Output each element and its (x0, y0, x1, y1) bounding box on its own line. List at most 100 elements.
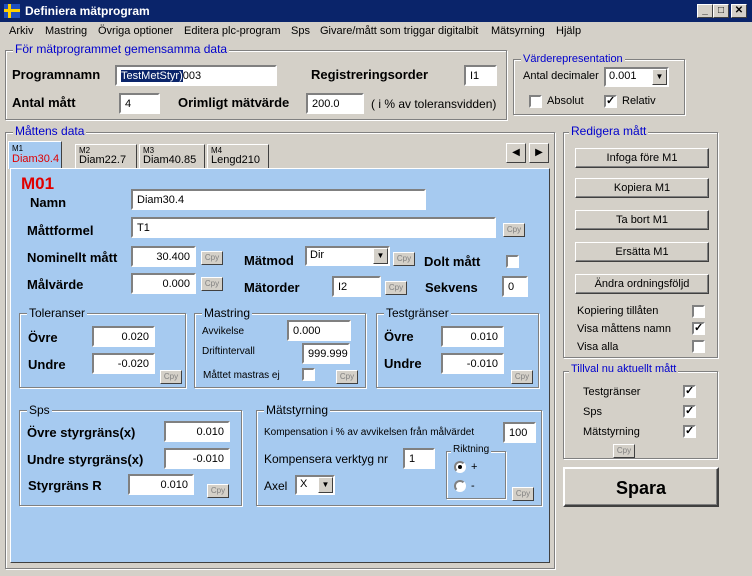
tab-name: Diam40.85 (143, 154, 197, 166)
riktning-plus-radio[interactable] (454, 461, 466, 473)
matmod-select[interactable]: Dir ▼ (305, 246, 390, 266)
drift-label: Driftintervall (202, 346, 255, 357)
menu-hjalp[interactable]: Hjälp (556, 25, 581, 37)
drift-input[interactable]: 999.999 (302, 343, 350, 364)
axel-value: X (300, 478, 308, 490)
chevron-down-icon[interactable]: ▼ (652, 69, 667, 85)
verktyg-label: Kompensera verktyg nr (264, 452, 389, 466)
tillval-sps-checkbox[interactable]: ✓ (683, 405, 696, 418)
chevron-down-icon[interactable]: ▼ (318, 477, 333, 493)
tab-prev-button[interactable]: ◀ (506, 143, 526, 163)
tol-ovre-input[interactable]: 0.020 (92, 326, 155, 347)
menu-mastring[interactable]: Mastring (45, 25, 87, 37)
tol-undre-input[interactable]: -0.020 (92, 353, 155, 374)
sps-r-label: Styrgräns R (28, 478, 102, 493)
komp-input[interactable]: 100 (503, 422, 536, 443)
menu-sps[interactable]: Sps (291, 25, 310, 37)
kopiering-label: Kopiering tillåten (577, 305, 659, 317)
mastras-label: Måttet mastras ej (203, 370, 280, 381)
close-button[interactable]: ✕ (731, 4, 747, 18)
relativ-checkbox[interactable]: ✓ (604, 95, 617, 108)
menu-matstyrning[interactable]: Mätsyrning (491, 25, 545, 37)
andra-ordning-button[interactable]: Ändra ordningsföljd (575, 274, 709, 294)
decimaler-select[interactable]: 0.001 ▼ (604, 67, 669, 87)
tillval-matstyrning-checkbox[interactable]: ✓ (683, 425, 696, 438)
mattformel-input[interactable]: T1 (131, 217, 496, 238)
menu-editera-plc[interactable]: Editera plc-program (184, 25, 281, 37)
tol-ovre-label: Övre (28, 330, 58, 345)
riktning-minus-radio[interactable] (454, 480, 466, 492)
malvarde-label: Målvärde (27, 277, 84, 292)
tab-m2[interactable]: M2 Diam22.7 (75, 144, 137, 168)
malvarde-input[interactable]: 0.000 (131, 273, 196, 294)
decimaler-label: Antal decimaler (523, 70, 599, 82)
nominellt-label: Nominellt mått (27, 250, 118, 265)
matorder-cpy-button[interactable]: Cpy (385, 281, 407, 295)
absolut-checkbox[interactable] (529, 95, 542, 108)
orimligt-suffix: ( i % av toleransvidden) (371, 97, 497, 111)
programnamn-selected: TestMetStyr) (121, 70, 183, 82)
nominellt-input[interactable]: 30.400 (131, 246, 196, 267)
tab-m3[interactable]: M3 Diam40.85 (139, 144, 205, 168)
matorder-input[interactable]: I2 (332, 276, 381, 297)
kopiera-button[interactable]: Kopiera M1 (575, 178, 709, 198)
namn-label: Namn (30, 195, 67, 210)
chevron-down-icon[interactable]: ▼ (373, 248, 388, 264)
avvikelse-input[interactable]: 0.000 (287, 320, 351, 341)
ersatta-button[interactable]: Ersätta M1 (575, 242, 709, 262)
ta-bort-button[interactable]: Ta bort M1 (575, 210, 709, 230)
window-title: Definiera mätprogram (25, 4, 150, 18)
sps-r-input[interactable]: 0.010 (128, 474, 194, 495)
riktning-minus-label: - (471, 480, 475, 492)
registreringsorder-input[interactable]: I1 (464, 65, 497, 86)
tillval-testgranser-checkbox[interactable]: ✓ (683, 385, 696, 398)
sps-ovre-input[interactable]: 0.010 (164, 421, 230, 442)
mattformel-cpy-button[interactable]: Cpy (503, 223, 525, 237)
tillval-testgranser-label: Testgränser (583, 386, 641, 398)
visa-namn-checkbox[interactable]: ✓ (692, 322, 705, 335)
maximize-button[interactable]: □ (713, 4, 729, 18)
menu-arkiv[interactable]: Arkiv (9, 25, 33, 37)
tab-m1[interactable]: M1 Diam30.4 (8, 141, 62, 169)
axel-label: Axel (264, 479, 288, 493)
verktyg-input[interactable]: 1 (403, 448, 435, 469)
minimize-button[interactable]: _ (697, 4, 713, 18)
matstyrning-cpy-button[interactable]: Cpy (512, 487, 534, 501)
dolt-matt-label: Dolt mått (424, 254, 481, 269)
tillval-cpy-button[interactable]: Cpy (613, 444, 635, 458)
testgranser-cpy-button[interactable]: Cpy (511, 370, 533, 384)
kopiering-checkbox[interactable] (692, 305, 705, 318)
tab-next-button[interactable]: ▶ (529, 143, 549, 163)
riktning-title: Riktning (451, 444, 492, 455)
sps-cpy-button[interactable]: Cpy (207, 484, 229, 498)
test-undre-label: Undre (384, 356, 422, 371)
mastring-cpy-button[interactable]: Cpy (336, 370, 358, 384)
menu-ovriga-optioner[interactable]: Övriga optioner (98, 25, 173, 37)
antal-matt-input[interactable]: 4 (119, 93, 160, 114)
infoga-button[interactable]: Infoga före M1 (575, 148, 709, 168)
test-undre-input[interactable]: -0.010 (441, 353, 504, 374)
namn-input[interactable]: Diam30.4 (131, 189, 426, 210)
tab-name: Lengd210 (211, 154, 260, 166)
axel-select[interactable]: X ▼ (295, 475, 335, 495)
nominellt-cpy-button[interactable]: Cpy (201, 251, 223, 265)
tab-m4[interactable]: M4 Lengd210 (207, 144, 269, 168)
matmod-cpy-button[interactable]: Cpy (393, 252, 415, 266)
test-ovre-input[interactable]: 0.010 (441, 326, 504, 347)
dolt-matt-checkbox[interactable] (506, 255, 519, 268)
malvarde-cpy-button[interactable]: Cpy (201, 277, 223, 291)
mastring-title: Mastring (202, 306, 253, 320)
mastras-checkbox[interactable] (302, 368, 315, 381)
common-data-title: För mätprogrammet gemensamma data (13, 42, 230, 56)
sekvens-input[interactable]: 0 (502, 276, 528, 297)
menu-givare[interactable]: Givare/mått som triggar digitalbit (320, 25, 478, 37)
tab-name: Diam30.4 (12, 153, 60, 165)
orimligt-input[interactable]: 200.0 (306, 93, 364, 114)
spara-button[interactable]: Spara (563, 467, 719, 507)
toleranser-cpy-button[interactable]: Cpy (160, 370, 182, 384)
tillval-matstyrning-label: Mätstyrning (583, 426, 640, 438)
tol-undre-label: Undre (28, 357, 66, 372)
visa-alla-checkbox[interactable] (692, 340, 705, 353)
sps-undre-input[interactable]: -0.010 (164, 448, 230, 469)
programnamn-input[interactable]: TestMetStyr)003 (115, 65, 277, 86)
